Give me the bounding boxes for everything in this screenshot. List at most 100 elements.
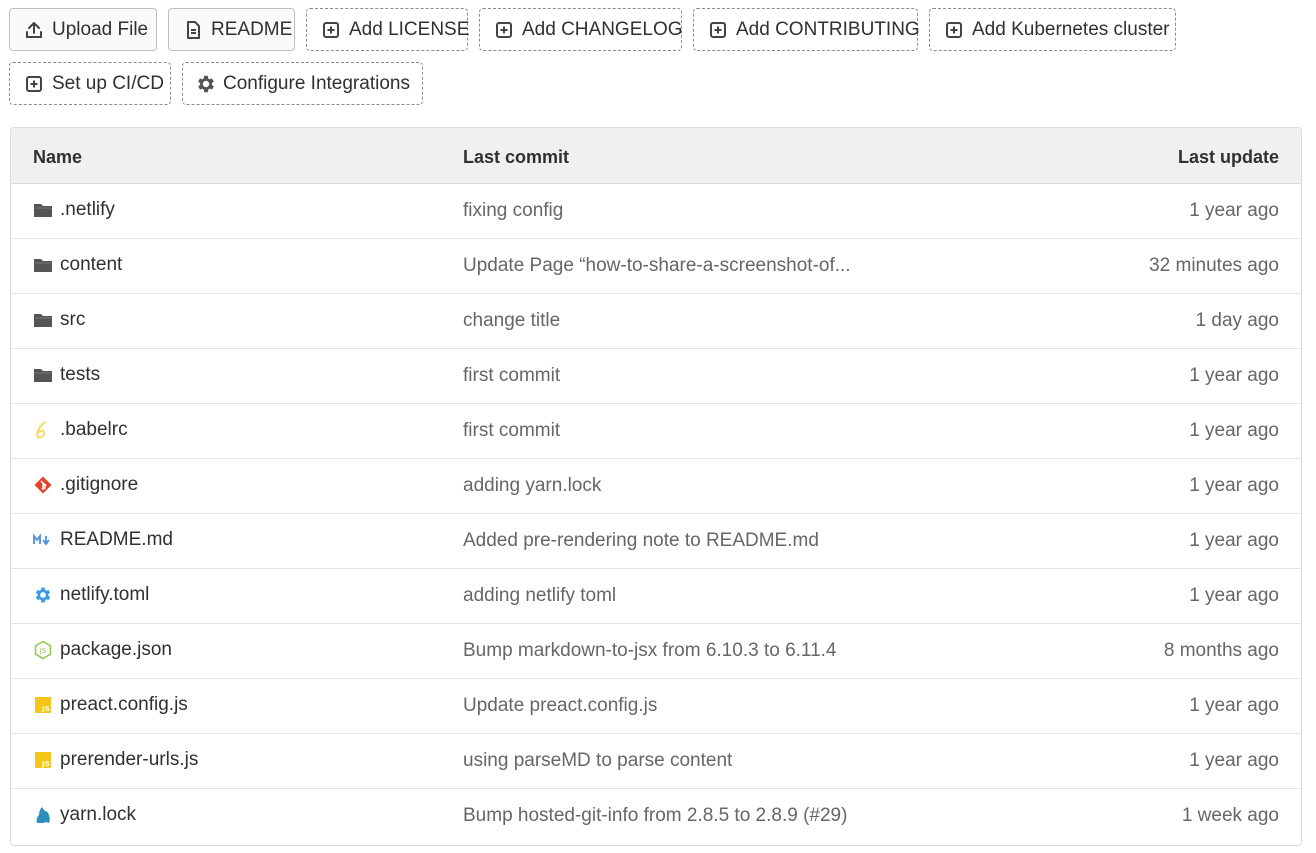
javascript-icon: JS (33, 750, 53, 770)
file-name-link[interactable]: content (33, 254, 122, 276)
table-row[interactable]: JS preact.config.js Update preact.config… (11, 679, 1301, 734)
yarn-icon (33, 805, 53, 825)
plus-square-icon (321, 20, 341, 40)
commit-message-link[interactable]: Added pre-rendering note to README.md (463, 530, 819, 552)
settings-file-icon (33, 585, 53, 605)
last-update-time: 1 year ago (1189, 475, 1279, 496)
last-update-time: 32 minutes ago (1149, 255, 1279, 276)
commit-message-link[interactable]: Update Page “how-to-share-a-screenshot-o… (463, 255, 851, 277)
document-icon (183, 20, 203, 40)
git-icon (33, 475, 53, 495)
commit-message-link[interactable]: fixing config (463, 200, 563, 222)
file-name-link[interactable]: .gitignore (33, 474, 138, 496)
upload-icon (24, 20, 44, 40)
plus-square-icon (24, 74, 44, 94)
plus-square-icon (708, 20, 728, 40)
nodejs-icon: JS (33, 640, 53, 660)
file-tree-table: Name Last commit Last update .netlify fi… (10, 127, 1302, 846)
table-row[interactable]: src change title 1 day ago (11, 294, 1301, 349)
file-name-link[interactable]: src (33, 309, 85, 331)
set-up-ci-cd-label: Set up CI/CD (52, 72, 164, 94)
gear-icon (195, 73, 217, 95)
add-license-label: Add LICENSE (349, 18, 470, 40)
last-update-time: 1 year ago (1189, 695, 1279, 716)
commit-message-link[interactable]: adding yarn.lock (463, 475, 601, 497)
file-name: preact.config.js (60, 694, 188, 715)
file-name: src (60, 309, 86, 330)
file-name-link[interactable]: JS package.json (33, 639, 172, 661)
add-kubernetes-cluster-button[interactable]: Add Kubernetes cluster (929, 8, 1176, 51)
last-update-time: 1 week ago (1181, 805, 1279, 826)
last-update-time: 1 day ago (1195, 310, 1279, 331)
table-row[interactable]: tests first commit 1 year ago (11, 349, 1301, 404)
file-name: netlify.toml (60, 584, 150, 605)
commit-message-link[interactable]: Update preact.config.js (463, 695, 657, 717)
folder-icon (33, 365, 53, 385)
upload-file-label: Upload File (52, 18, 149, 40)
javascript-icon: JS (33, 695, 53, 715)
file-name: .gitignore (60, 474, 139, 495)
last-update-time: 1 year ago (1189, 530, 1279, 551)
file-name: prerender-urls.js (60, 749, 199, 770)
svg-text:JS: JS (39, 647, 47, 655)
file-name-link[interactable]: JS preact.config.js (33, 694, 188, 716)
table-row[interactable]: .netlify fixing config 1 year ago (11, 184, 1301, 239)
commit-message-link[interactable]: first commit (463, 365, 560, 387)
svg-text:JS: JS (41, 705, 50, 713)
set-up-ci-cd-button[interactable]: Set up CI/CD (9, 62, 171, 105)
add-kubernetes-cluster-label: Add Kubernetes cluster (972, 18, 1170, 40)
configure-integrations-label: Configure Integrations (223, 72, 410, 94)
file-name-link[interactable]: README.md (33, 529, 173, 551)
add-contributing-label: Add CONTRIBUTING (736, 18, 920, 40)
table-row[interactable]: README.md Added pre-rendering note to RE… (11, 514, 1301, 569)
table-row[interactable]: content Update Page “how-to-share-a-scre… (11, 239, 1301, 294)
file-name-link[interactable]: JS prerender-urls.js (33, 749, 198, 771)
file-name-link[interactable]: .netlify (33, 199, 115, 221)
table-row[interactable]: JS package.json Bump markdown-to-jsx fro… (11, 624, 1301, 679)
file-name: README.md (60, 529, 173, 550)
add-contributing-button[interactable]: Add CONTRIBUTING (693, 8, 920, 51)
column-header-last-commit: Last commit (463, 147, 570, 167)
last-update-time: 1 year ago (1189, 420, 1279, 441)
file-name: tests (60, 364, 101, 385)
plus-square-icon (944, 20, 964, 40)
upload-file-button[interactable]: Upload File (9, 8, 157, 51)
file-name-link[interactable]: .babelrc (33, 419, 128, 441)
folder-icon (33, 310, 53, 330)
commit-message-link[interactable]: Bump markdown-to-jsx from 6.10.3 to 6.11… (463, 640, 836, 662)
table-row[interactable]: JS prerender-urls.js using parseMD to pa… (11, 734, 1301, 789)
commit-message-link[interactable]: using parseMD to parse content (463, 750, 732, 772)
folder-icon (33, 255, 53, 275)
file-name-link[interactable]: yarn.lock (33, 804, 136, 826)
file-name-link[interactable]: netlify.toml (33, 584, 149, 606)
table-row[interactable]: yarn.lock Bump hosted-git-info from 2.8.… (11, 789, 1301, 844)
file-name: .babelrc (60, 419, 128, 440)
file-name-link[interactable]: tests (33, 364, 100, 386)
commit-message-link[interactable]: first commit (463, 420, 560, 442)
last-update-time: 1 year ago (1189, 585, 1279, 606)
last-update-time: 1 year ago (1189, 200, 1279, 221)
last-update-time: 8 months ago (1163, 640, 1279, 661)
commit-message-link[interactable]: Bump hosted-git-info from 2.8.5 to 2.8.9… (463, 805, 847, 827)
readme-label: README (211, 18, 293, 40)
add-changelog-label: Add CHANGELOG (522, 18, 683, 40)
file-name: yarn.lock (60, 804, 137, 825)
readme-button[interactable]: README (168, 8, 295, 51)
table-row[interactable]: .gitignore adding yarn.lock 1 year ago (11, 459, 1301, 514)
column-header-name: Name (33, 147, 83, 167)
file-name: package.json (60, 639, 172, 660)
add-changelog-button[interactable]: Add CHANGELOG (479, 8, 683, 51)
table-row[interactable]: .babelrc first commit 1 year ago (11, 404, 1301, 459)
add-license-button[interactable]: Add LICENSE (306, 8, 470, 51)
configure-integrations-button[interactable]: Configure Integrations (182, 62, 423, 105)
file-name: .netlify (60, 199, 115, 220)
commit-message-link[interactable]: change title (463, 310, 560, 332)
column-header-last-update: Last update (1177, 147, 1279, 167)
babel-icon (33, 420, 53, 440)
svg-text:JS: JS (41, 760, 50, 768)
commit-message-link[interactable]: adding netlify toml (463, 585, 616, 607)
last-update-time: 1 year ago (1189, 750, 1279, 771)
table-row[interactable]: netlify.toml adding netlify toml 1 year … (11, 569, 1301, 624)
markdown-icon (33, 530, 53, 550)
table-header: Name Last commit Last update (11, 128, 1301, 184)
